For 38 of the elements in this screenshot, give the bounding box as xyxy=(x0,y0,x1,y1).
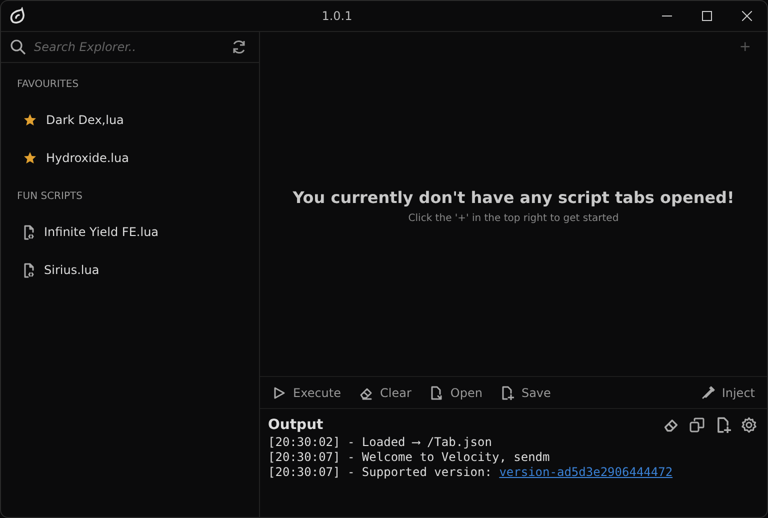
file-item[interactable]: Hydroxide.lua xyxy=(1,141,259,175)
maximize-icon xyxy=(702,11,712,21)
open-button[interactable]: Open xyxy=(429,386,482,400)
empty-state-hint: Click the '+' in the top right to get started xyxy=(408,213,619,224)
search-field[interactable]: Search Explorer.. xyxy=(34,40,223,54)
window-title: 1.0.1 xyxy=(320,9,354,23)
file-plus-icon xyxy=(500,386,514,400)
eraser-icon[interactable] xyxy=(663,417,679,433)
file-code-icon xyxy=(23,262,35,278)
star-icon xyxy=(23,151,37,165)
copy-icon[interactable] xyxy=(689,417,705,433)
play-button[interactable]: Execute xyxy=(272,386,341,400)
version-link[interactable]: version-ad5d3e2906444472 xyxy=(499,465,673,479)
section-heading: FUN SCRIPTS xyxy=(16,190,84,204)
search-icon xyxy=(10,39,26,55)
eraser-icon xyxy=(359,386,373,400)
log-line: [20:30:02] - Loaded ⟶ /Tab.json xyxy=(268,435,493,450)
refresh-icon[interactable] xyxy=(231,39,247,55)
section-heading: FAVOURITES xyxy=(16,78,80,92)
file-plus-icon[interactable] xyxy=(715,417,731,433)
file-arrow-icon xyxy=(429,386,444,400)
output-title: Output xyxy=(268,417,324,433)
file-item[interactable]: Sirius.lua xyxy=(1,253,259,287)
file-item[interactable]: Infinite Yield FE.lua xyxy=(1,215,259,249)
star-icon xyxy=(23,113,37,127)
play-icon xyxy=(272,386,286,400)
save-button[interactable]: Save xyxy=(500,386,551,400)
close-icon xyxy=(742,11,752,21)
logo-icon xyxy=(9,7,27,25)
syringe-icon xyxy=(700,386,715,400)
log-line: [20:30:07] - Supported version: version-ad5d3e2906444472 xyxy=(268,465,674,480)
empty-state-title: You currently don't have any script tabs opened! xyxy=(292,188,734,207)
file-item[interactable]: Dark Dex,lua xyxy=(1,103,259,137)
file-code-icon xyxy=(23,224,35,240)
eraser-button[interactable]: Clear xyxy=(359,386,412,400)
inject-button[interactable]: Inject xyxy=(700,386,755,400)
log-line: [20:30:07] - Welcome to Velocity, sendm xyxy=(268,450,551,465)
settings-icon[interactable] xyxy=(741,417,757,433)
